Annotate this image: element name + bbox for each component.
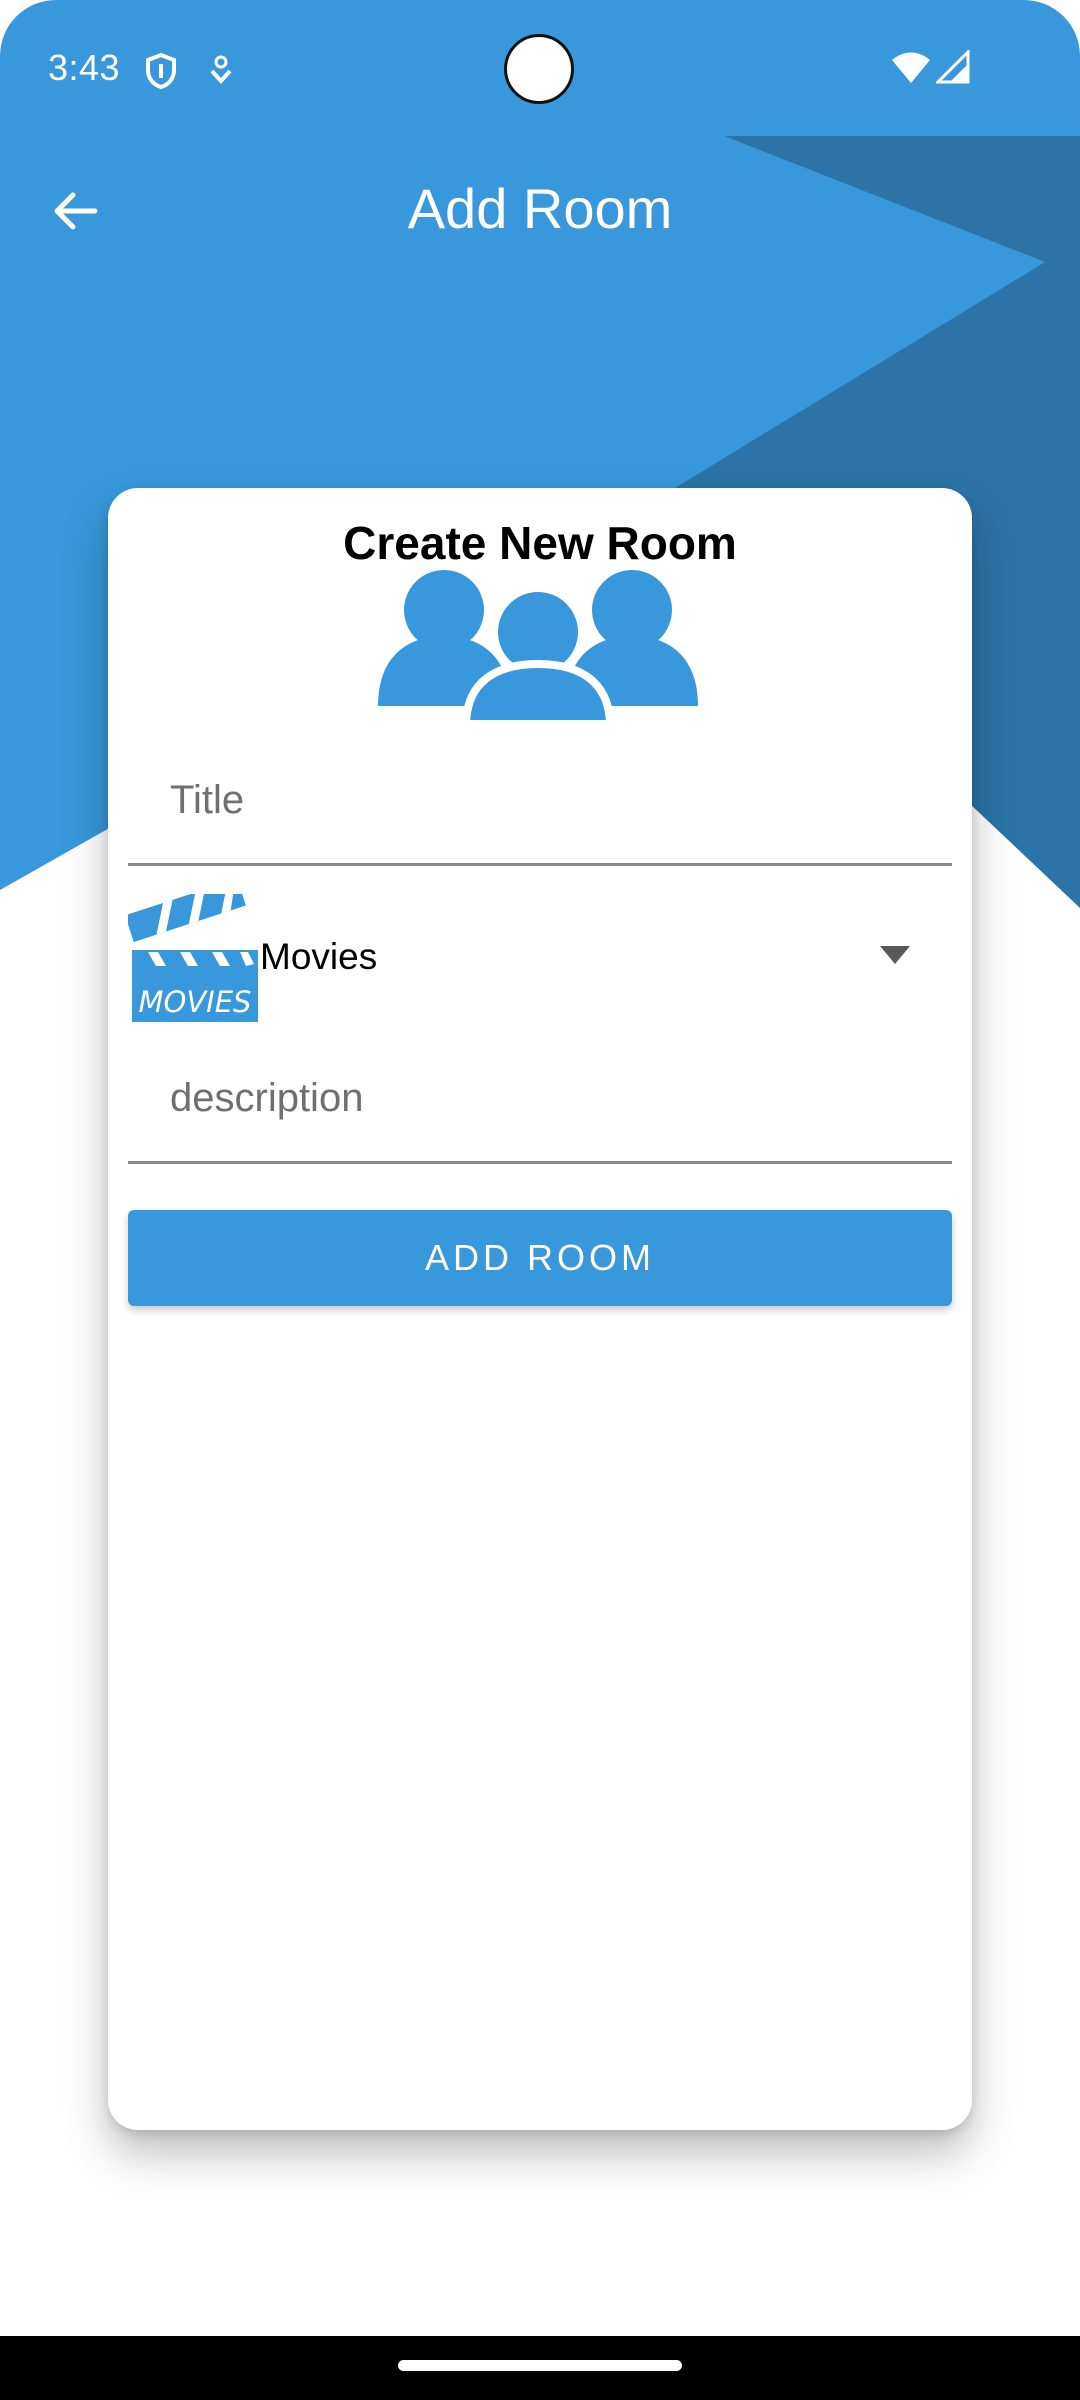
home-gesture-handle[interactable] xyxy=(398,2360,682,2371)
movies-clapperboard-icon: MOVIES xyxy=(128,894,258,1022)
add-room-screen: 3:43 Add Room Create New Room Title MOVI… xyxy=(0,0,1080,2400)
create-room-card: Create New Room Title MOVIES Movies desc… xyxy=(108,488,972,2130)
dropdown-arrow-icon xyxy=(880,946,910,964)
svg-text:MOVIES: MOVIES xyxy=(139,985,252,1019)
title-underline xyxy=(128,863,952,866)
category-dropdown[interactable]: MOVIES Movies xyxy=(128,894,952,1024)
cell-signal-icon xyxy=(936,50,970,84)
app-title: Add Room xyxy=(407,177,673,240)
description-underline xyxy=(128,1161,952,1164)
status-time: 3:43 xyxy=(48,47,121,88)
title-input[interactable] xyxy=(128,760,952,840)
download-status-icon xyxy=(210,55,232,84)
group-people-icon xyxy=(378,570,698,720)
description-field xyxy=(128,1048,952,1164)
app-bar: Add Room xyxy=(0,136,1080,286)
card-title: Create New Room xyxy=(343,517,737,569)
title-field xyxy=(128,750,952,866)
shield-icon xyxy=(146,52,176,90)
wifi-icon xyxy=(892,52,930,83)
add-room-button[interactable]: ADD ROOM xyxy=(128,1210,952,1306)
camera-cutout xyxy=(504,34,574,104)
status-bar: 3:43 xyxy=(0,0,1080,136)
description-input[interactable] xyxy=(128,1058,952,1138)
category-selected-label: Movies xyxy=(260,936,378,977)
navigation-bar xyxy=(0,2336,1080,2400)
